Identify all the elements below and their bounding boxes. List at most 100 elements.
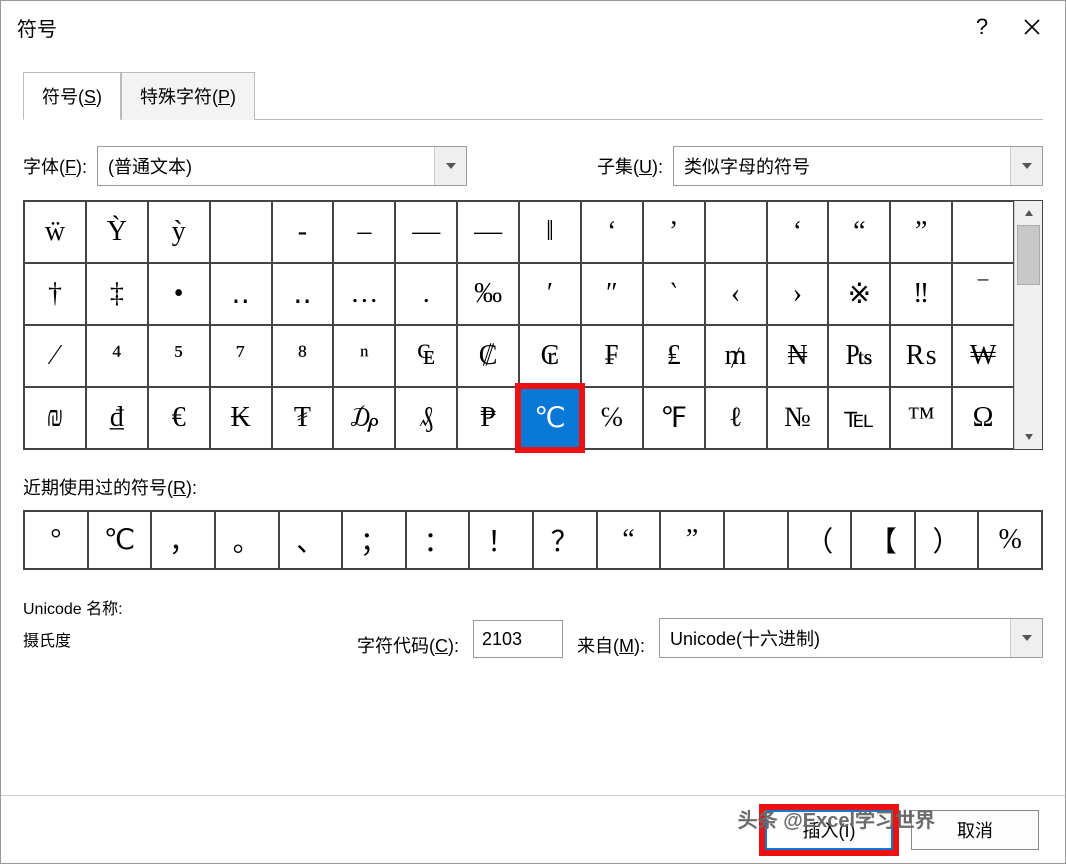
- symbol-cell[interactable]: ›: [767, 263, 829, 325]
- symbol-cell[interactable]: €: [148, 387, 210, 449]
- recent-symbol-cell[interactable]: ：: [406, 511, 470, 569]
- symbol-cell[interactable]: ₰: [395, 387, 457, 449]
- recent-symbol-cell[interactable]: （: [788, 511, 852, 569]
- symbol-cell[interactable]: ʻ: [581, 201, 643, 263]
- symbol-dialog: 符号 ? 符号(S) 特殊字符(P) 字体(F): (普通文本) 子集(U): …: [0, 0, 1066, 864]
- symbol-cell[interactable]: Ω: [952, 387, 1014, 449]
- symbol-cell[interactable]: ₠: [395, 325, 457, 387]
- symbol-cell[interactable]: ※: [828, 263, 890, 325]
- symbol-cell[interactable]: [705, 201, 767, 263]
- symbol-cell[interactable]: “: [828, 201, 890, 263]
- recent-symbol-cell[interactable]: ，: [151, 511, 215, 569]
- symbol-cell[interactable]: ℃: [519, 387, 581, 449]
- symbol-cell[interactable]: ₣: [581, 325, 643, 387]
- cancel-button[interactable]: 取消: [911, 810, 1039, 850]
- symbol-cell[interactable]: ⁴: [86, 325, 148, 387]
- chevron-down-icon: [1022, 163, 1032, 169]
- subset-combo-button[interactable]: [1010, 147, 1042, 185]
- tab-special-chars[interactable]: 特殊字符(P): [121, 72, 255, 120]
- symbol-cell[interactable]: ⁿ: [333, 325, 395, 387]
- symbol-cell[interactable]: ⁵: [148, 325, 210, 387]
- symbol-cell[interactable]: ₧: [828, 325, 890, 387]
- symbol-cell[interactable]: ‵: [643, 263, 705, 325]
- symbol-cell[interactable]: ʻ: [767, 201, 829, 263]
- font-combo-button[interactable]: [434, 147, 466, 185]
- font-combo[interactable]: (普通文本): [97, 146, 467, 186]
- recent-symbol-cell[interactable]: ；: [342, 511, 406, 569]
- recent-symbol-cell[interactable]: [724, 511, 788, 569]
- symbol-cell[interactable]: ₡: [457, 325, 519, 387]
- tab-symbols[interactable]: 符号(S): [23, 72, 121, 120]
- subset-combo[interactable]: 类似字母的符号: [673, 146, 1043, 186]
- recent-symbol-cell[interactable]: %: [978, 511, 1042, 569]
- symbol-cell[interactable]: ₦: [767, 325, 829, 387]
- symbol-cell[interactable]: ℅: [581, 387, 643, 449]
- symbol-cell[interactable]: ™: [890, 387, 952, 449]
- char-code-input[interactable]: [473, 620, 563, 658]
- symbol-cell[interactable]: ℉: [643, 387, 705, 449]
- symbol-cell[interactable]: ʼ: [643, 201, 705, 263]
- symbol-cell[interactable]: ‖: [519, 201, 581, 263]
- symbol-cell[interactable]: ₱: [457, 387, 519, 449]
- symbol-cell[interactable]: ”: [890, 201, 952, 263]
- symbol-cell[interactable]: ‡: [86, 263, 148, 325]
- help-button[interactable]: ?: [957, 3, 1007, 51]
- symbol-cell[interactable]: ₤: [643, 325, 705, 387]
- symbol-cell[interactable]: ₯: [333, 387, 395, 449]
- symbol-cell[interactable]: -: [272, 201, 334, 263]
- symbol-cell[interactable]: ẅ: [24, 201, 86, 263]
- symbol-cell[interactable]: №: [767, 387, 829, 449]
- recent-symbol-cell[interactable]: 。: [215, 511, 279, 569]
- grid-scrollbar[interactable]: [1014, 201, 1042, 449]
- symbol-cell[interactable]: …: [333, 263, 395, 325]
- symbol-cell[interactable]: ‥: [272, 263, 334, 325]
- symbol-cell[interactable]: •: [148, 263, 210, 325]
- symbol-cell[interactable]: ₫: [86, 387, 148, 449]
- recent-symbol-cell[interactable]: °: [24, 511, 88, 569]
- symbol-cell[interactable]: ‒: [333, 201, 395, 263]
- symbol-cell[interactable]: ⁄: [24, 325, 86, 387]
- symbol-cell[interactable]: ₭: [210, 387, 272, 449]
- from-combo-button[interactable]: [1010, 619, 1042, 657]
- symbol-cell[interactable]: [210, 201, 272, 263]
- insert-button[interactable]: 插入(I): [765, 810, 893, 850]
- symbol-cell[interactable]: —: [395, 201, 457, 263]
- symbol-cell[interactable]: ―: [457, 201, 519, 263]
- scroll-down-button[interactable]: [1015, 425, 1042, 449]
- scroll-thumb[interactable]: [1017, 225, 1040, 285]
- symbol-cell[interactable]: ‥: [210, 263, 272, 325]
- from-combo[interactable]: Unicode(十六进制): [659, 618, 1043, 658]
- symbol-cell[interactable]: ₮: [272, 387, 334, 449]
- recent-symbol-cell[interactable]: “: [597, 511, 661, 569]
- symbol-cell[interactable]: ₨: [890, 325, 952, 387]
- symbol-cell[interactable]: ⁸: [272, 325, 334, 387]
- symbol-cell[interactable]: ′: [519, 263, 581, 325]
- scroll-track[interactable]: [1015, 225, 1042, 425]
- symbol-cell[interactable]: ‾: [952, 263, 1014, 325]
- recent-symbol-cell[interactable]: ）: [915, 511, 979, 569]
- recent-symbol-cell[interactable]: 【: [851, 511, 915, 569]
- symbol-cell[interactable]: .: [395, 263, 457, 325]
- symbol-cell[interactable]: †: [24, 263, 86, 325]
- symbol-cell[interactable]: ″: [581, 263, 643, 325]
- symbol-cell[interactable]: ₩: [952, 325, 1014, 387]
- scroll-up-button[interactable]: [1015, 201, 1042, 225]
- symbol-cell[interactable]: ℡: [828, 387, 890, 449]
- recent-symbol-cell[interactable]: 、: [279, 511, 343, 569]
- symbol-cell[interactable]: ‼: [890, 263, 952, 325]
- symbol-cell[interactable]: ₥: [705, 325, 767, 387]
- close-button[interactable]: [1007, 3, 1057, 51]
- recent-symbol-cell[interactable]: ℃: [88, 511, 152, 569]
- symbol-cell[interactable]: ℓ: [705, 387, 767, 449]
- symbol-cell[interactable]: [952, 201, 1014, 263]
- symbol-cell[interactable]: ⁷: [210, 325, 272, 387]
- symbol-cell[interactable]: ‹: [705, 263, 767, 325]
- symbol-cell[interactable]: Ỳ: [86, 201, 148, 263]
- symbol-cell[interactable]: ỳ: [148, 201, 210, 263]
- recent-symbol-cell[interactable]: ”: [660, 511, 724, 569]
- symbol-cell[interactable]: ₪: [24, 387, 86, 449]
- symbol-cell[interactable]: ‰: [457, 263, 519, 325]
- recent-symbol-cell[interactable]: ！: [469, 511, 533, 569]
- symbol-cell[interactable]: ₢: [519, 325, 581, 387]
- recent-symbol-cell[interactable]: ？: [533, 511, 597, 569]
